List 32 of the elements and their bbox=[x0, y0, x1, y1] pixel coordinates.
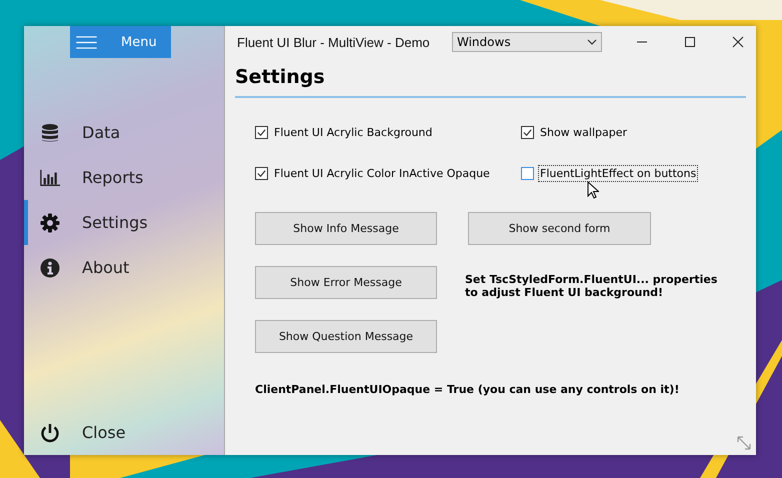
chevron-down-icon bbox=[587, 39, 597, 45]
checkbox-label[interactable]: FluentLightEffect on buttons bbox=[538, 165, 698, 182]
checkbox-label[interactable]: Fluent UI Acrylic Color InActive Opaque bbox=[272, 165, 492, 182]
checkbox[interactable] bbox=[521, 167, 534, 180]
nav-item[interactable]: Data bbox=[24, 110, 224, 155]
info-text: Set TscStyledForm.FluentUI... properties to adjust Fluent UI background! bbox=[465, 272, 718, 298]
close-button[interactable]: Close bbox=[24, 410, 224, 455]
cursor-icon bbox=[587, 181, 599, 199]
checkbox[interactable] bbox=[521, 126, 534, 139]
checkbox[interactable] bbox=[255, 167, 268, 180]
checkbox[interactable] bbox=[255, 126, 268, 139]
action-button[interactable]: Show Info Message bbox=[255, 212, 437, 245]
database-icon bbox=[40, 122, 60, 142]
checkbox-label[interactable]: Show wallpaper bbox=[538, 124, 630, 141]
style-dropdown[interactable]: Windows bbox=[452, 32, 602, 52]
bar-chart-icon bbox=[40, 168, 60, 188]
power-icon bbox=[40, 422, 60, 442]
settings-icon bbox=[40, 212, 60, 232]
close-icon[interactable] bbox=[732, 36, 744, 48]
menu-icon bbox=[76, 36, 97, 48]
window-title: Fluent UI Blur - MultiView - Demo bbox=[237, 34, 431, 50]
nav-item[interactable]: Reports bbox=[24, 155, 224, 200]
menu-button[interactable]: Menu bbox=[70, 26, 171, 58]
checkbox-label[interactable]: Fluent UI Acrylic Background bbox=[272, 124, 434, 141]
info-text: ClientPanel.FluentUIOpaque = True (you can use any controls on it)! bbox=[254, 382, 680, 396]
action-button[interactable]: Show second form bbox=[468, 212, 651, 245]
info-icon bbox=[40, 258, 60, 278]
maximize-icon[interactable] bbox=[684, 36, 696, 48]
nav-item[interactable]: About bbox=[24, 245, 224, 290]
page-heading: Settings bbox=[235, 66, 746, 98]
action-button[interactable]: Show Question Message bbox=[255, 320, 437, 353]
action-button[interactable]: Show Error Message bbox=[255, 266, 437, 299]
